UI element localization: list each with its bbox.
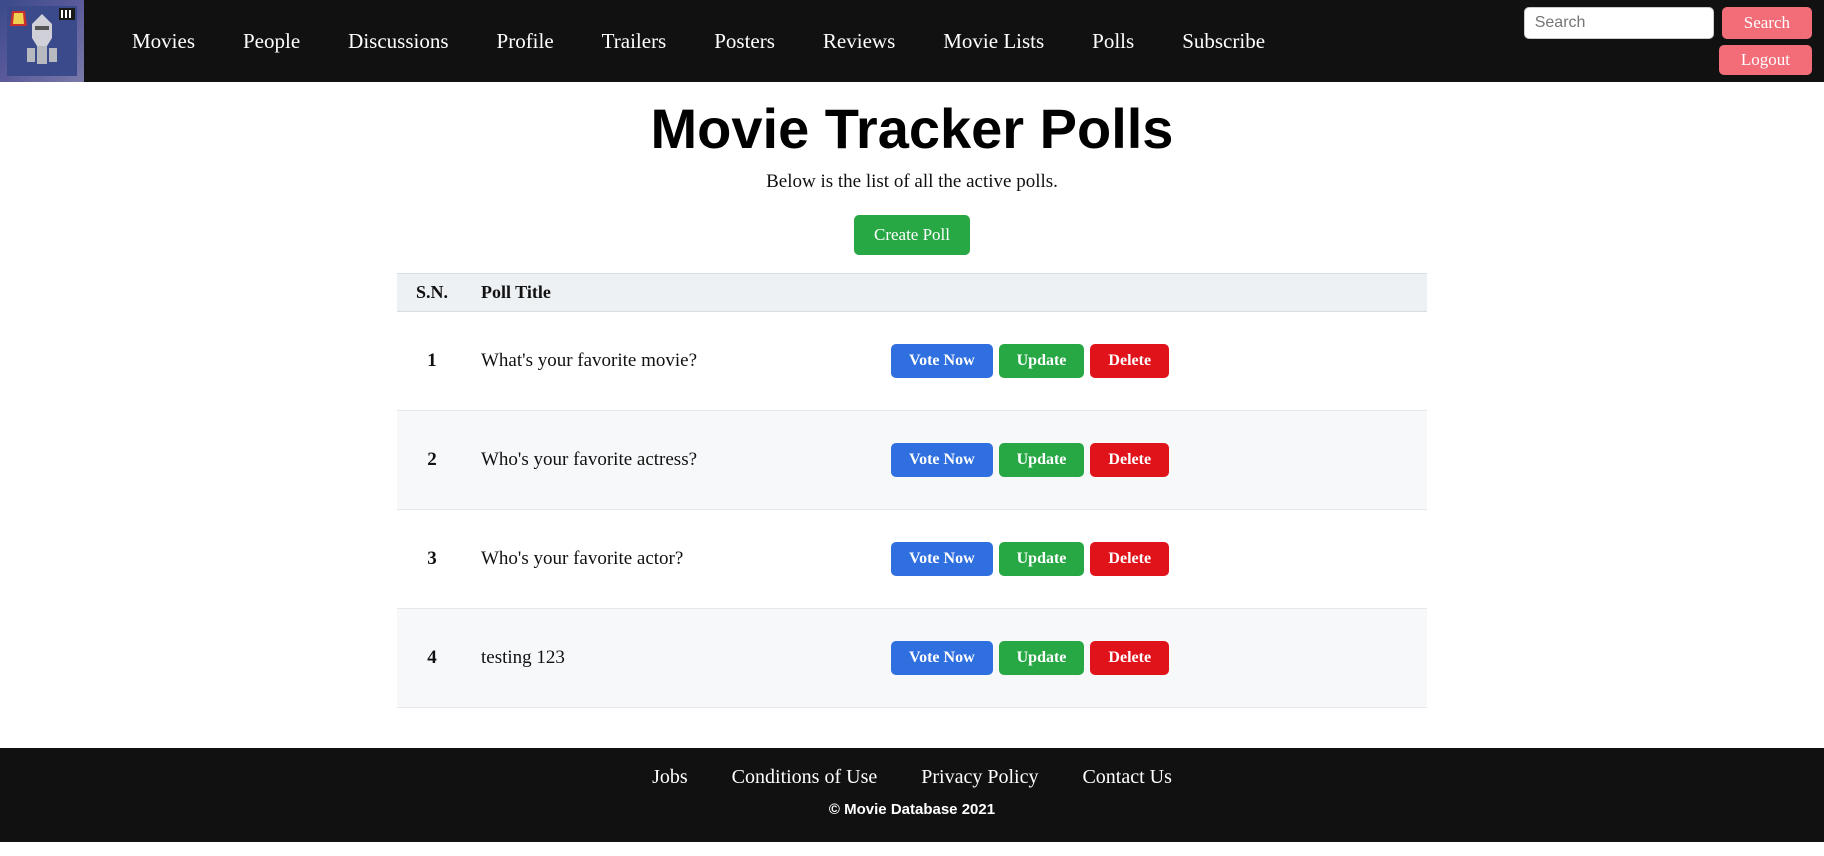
delete-button[interactable]: Delete	[1090, 542, 1169, 576]
page-title: Movie Tracker Polls	[651, 96, 1174, 161]
nav-profile[interactable]: Profile	[497, 29, 554, 54]
row-title: Who's your favorite actress?	[467, 411, 877, 510]
row-sn: 1	[397, 312, 467, 411]
footer-conditions[interactable]: Conditions of Use	[732, 766, 878, 789]
footer-jobs[interactable]: Jobs	[652, 766, 688, 789]
row-sn: 2	[397, 411, 467, 510]
table-row: 3Who's your favorite actor?Vote NowUpdat…	[397, 510, 1427, 609]
nav-discussions[interactable]: Discussions	[348, 29, 448, 54]
row-actions: Vote NowUpdateDelete	[877, 312, 1427, 411]
row-title: What's your favorite movie?	[467, 312, 877, 411]
footer-copyright: © Movie Database 2021	[0, 801, 1824, 818]
nav-movie-lists[interactable]: Movie Lists	[943, 29, 1044, 54]
polls-table: S.N. Poll Title 1What's your favorite mo…	[397, 273, 1427, 708]
header-actions	[877, 274, 1427, 312]
knight-icon	[7, 6, 77, 76]
delete-button[interactable]: Delete	[1090, 344, 1169, 378]
header-title: Poll Title	[467, 274, 877, 312]
update-button[interactable]: Update	[999, 344, 1085, 378]
footer-links: Jobs Conditions of Use Privacy Policy Co…	[0, 766, 1824, 789]
row-title: Who's your favorite actor?	[467, 510, 877, 609]
logout-button[interactable]: Logout	[1719, 45, 1812, 75]
vote-button[interactable]: Vote Now	[891, 542, 993, 576]
table-header-row: S.N. Poll Title	[397, 274, 1427, 312]
nav-trailers[interactable]: Trailers	[602, 29, 667, 54]
row-title: testing 123	[467, 609, 877, 708]
polls-table-wrap: S.N. Poll Title 1What's your favorite mo…	[397, 273, 1427, 708]
footer-contact[interactable]: Contact Us	[1082, 766, 1171, 789]
site-logo[interactable]	[0, 0, 84, 82]
table-row: 1What's your favorite movie?Vote NowUpda…	[397, 312, 1427, 411]
header-sn: S.N.	[397, 274, 467, 312]
create-poll-button[interactable]: Create Poll	[854, 215, 970, 255]
nav-subscribe[interactable]: Subscribe	[1182, 29, 1265, 54]
delete-button[interactable]: Delete	[1090, 443, 1169, 477]
search-button[interactable]: Search	[1722, 7, 1812, 39]
row-sn: 3	[397, 510, 467, 609]
vote-button[interactable]: Vote Now	[891, 344, 993, 378]
table-row: 2Who's your favorite actress?Vote NowUpd…	[397, 411, 1427, 510]
nav-reviews[interactable]: Reviews	[823, 29, 895, 54]
nav-posters[interactable]: Posters	[714, 29, 775, 54]
update-button[interactable]: Update	[999, 542, 1085, 576]
nav-polls[interactable]: Polls	[1092, 29, 1134, 54]
nav-links: Movies People Discussions Profile Traile…	[84, 29, 1524, 54]
nav-right: Search Logout	[1524, 1, 1812, 81]
delete-button[interactable]: Delete	[1090, 641, 1169, 675]
page-subtitle: Below is the list of all the active poll…	[766, 171, 1058, 193]
footer: Jobs Conditions of Use Privacy Policy Co…	[0, 748, 1824, 842]
navbar: Movies People Discussions Profile Traile…	[0, 0, 1824, 82]
update-button[interactable]: Update	[999, 641, 1085, 675]
nav-movies[interactable]: Movies	[132, 29, 195, 54]
vote-button[interactable]: Vote Now	[891, 641, 993, 675]
nav-people[interactable]: People	[243, 29, 300, 54]
row-sn: 4	[397, 609, 467, 708]
row-actions: Vote NowUpdateDelete	[877, 609, 1427, 708]
main: Movie Tracker Polls Below is the list of…	[0, 82, 1824, 748]
row-actions: Vote NowUpdateDelete	[877, 411, 1427, 510]
footer-privacy[interactable]: Privacy Policy	[921, 766, 1038, 789]
search-input[interactable]	[1524, 7, 1714, 39]
row-actions: Vote NowUpdateDelete	[877, 510, 1427, 609]
vote-button[interactable]: Vote Now	[891, 443, 993, 477]
update-button[interactable]: Update	[999, 443, 1085, 477]
table-row: 4testing 123Vote NowUpdateDelete	[397, 609, 1427, 708]
